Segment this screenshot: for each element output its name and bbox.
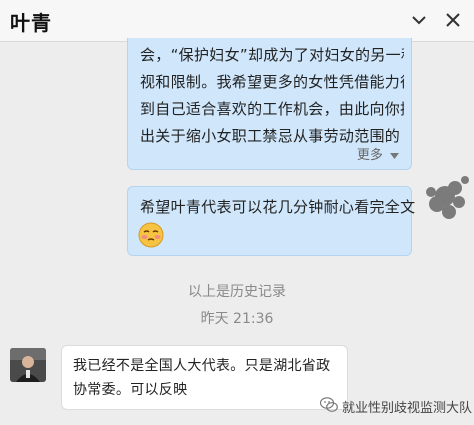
message-line: 我已经不是全国人大代表。只是湖北省政 — [73, 358, 331, 374]
message-line: 到自己适合喜欢的工作机会，由此向你提 — [140, 100, 404, 118]
timestamp: 昨天 21:36 — [200, 311, 274, 327]
message-line: 视和限制。我希望更多的女性凭借能力得 — [140, 73, 404, 91]
message-bubble-self[interactable]: 希望叶青代表可以花几分钟耐心看完全文 — [127, 186, 416, 256]
message-bubble-self[interactable]: 会，“保护妇女”却成为了对妇女的另一种歧 视和限制。我希望更多的女性凭借能力得 … — [127, 38, 412, 170]
message-text: 会，“保护妇女”却成为了对妇女的另一种歧 视和限制。我希望更多的女性凭借能力得 … — [140, 42, 404, 150]
wechat-icon — [320, 397, 338, 412]
chat-header: 叶青 — [0, 0, 474, 42]
emoji-icon — [138, 222, 164, 248]
avatar-image — [10, 348, 46, 382]
message-line: 协常委。可以反映 — [73, 382, 188, 398]
close-icon[interactable] — [443, 10, 463, 30]
more-button[interactable]: 更多 — [357, 144, 399, 163]
caret-down-icon — [390, 152, 399, 159]
message-text: 希望叶青代表可以花几分钟耐心看完全文 — [140, 198, 416, 216]
message-line: 会，“保护妇女”却成为了对妇女的另一种歧 — [140, 46, 404, 64]
decorative-smudge — [426, 176, 469, 219]
history-divider-label: 以上是历史记录 — [188, 284, 286, 300]
watermark-text: 就业性别歧视监测大队 — [342, 401, 473, 416]
message-bubble-other[interactable]: 我已经不是全国人大代表。只是湖北省政 协常委。可以反映 — [61, 345, 348, 410]
message-text: 我已经不是全国人大代表。只是湖北省政 协常委。可以反映 — [73, 354, 330, 402]
more-label: 更多 — [356, 148, 383, 163]
chat-title: 叶青 — [10, 11, 52, 35]
chevron-down-icon[interactable] — [409, 10, 429, 30]
avatar[interactable] — [10, 348, 46, 382]
